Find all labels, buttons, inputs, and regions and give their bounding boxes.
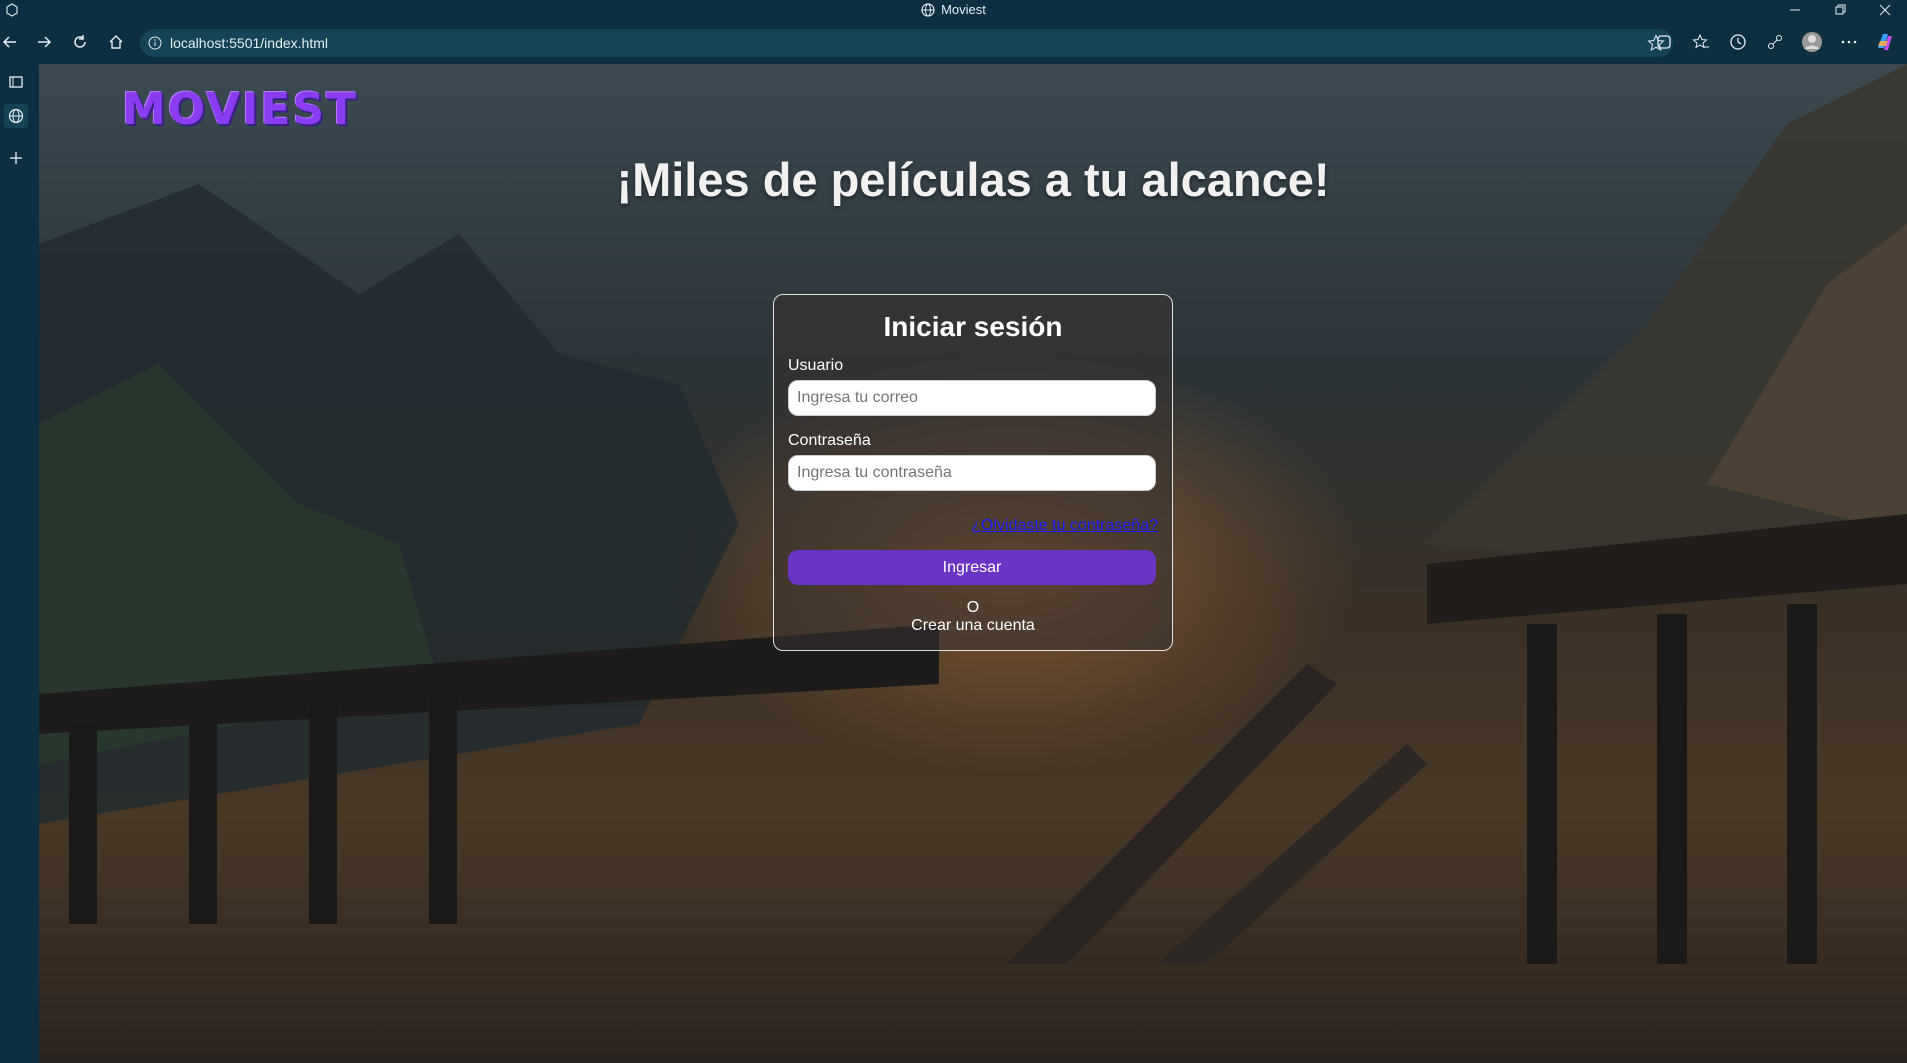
password-label: Contraseña (788, 432, 871, 449)
site-logo[interactable]: MOVIEST (122, 84, 358, 135)
home-icon[interactable] (102, 28, 130, 56)
title-bar: Moviest (0, 0, 1907, 20)
share-icon[interactable] (1763, 30, 1787, 54)
extensions-icon[interactable] (1652, 30, 1676, 54)
minimize-icon[interactable] (1775, 0, 1815, 20)
login-card: Iniciar sesión Usuario Contraseña ¿Olvid… (773, 294, 1173, 651)
globe-icon[interactable] (4, 104, 28, 128)
back-icon[interactable] (0, 28, 24, 56)
tabs-icon[interactable] (4, 70, 28, 94)
page-headline: ¡Miles de películas a tu alcance! (616, 153, 1330, 206)
copilot-icon[interactable] (1873, 30, 1897, 54)
login-submit-button[interactable]: Ingresar (788, 550, 1156, 585)
refresh-icon[interactable] (66, 28, 94, 56)
browser-toolbar: localhost:5501/index.html (0, 20, 1907, 64)
or-separator: O (966, 599, 980, 616)
user-label: Usuario (788, 357, 844, 374)
url-text[interactable]: localhost:5501/index.html (170, 35, 328, 51)
close-icon[interactable] (1865, 0, 1905, 20)
forgot-password-link[interactable]: ¿Olvidaste tu contraseña? (971, 517, 1158, 535)
forward-icon[interactable] (30, 28, 58, 56)
more-icon[interactable] (1837, 30, 1861, 54)
restore-icon[interactable] (1820, 0, 1860, 20)
login-title: Iniciar sesión (883, 311, 1063, 342)
info-icon[interactable] (140, 36, 170, 50)
user-email-input[interactable] (788, 380, 1156, 416)
favorites-icon[interactable] (1689, 30, 1713, 54)
password-input[interactable] (788, 455, 1156, 491)
globe-icon (921, 2, 935, 17)
history-icon[interactable] (1726, 30, 1750, 54)
vertical-tabs-rail (0, 64, 39, 1063)
create-account-link[interactable]: Crear una cuenta (774, 617, 1172, 635)
plus-icon[interactable] (4, 146, 28, 170)
address-bar[interactable]: localhost:5501/index.html (140, 29, 1673, 57)
page-content: MOVIEST ¡Miles de películas a tu alcance… (39, 64, 1907, 1063)
window-title: Moviest (0, 2, 1907, 17)
profile-avatar[interactable] (1800, 30, 1824, 54)
window-title-text: Moviest (941, 2, 986, 17)
